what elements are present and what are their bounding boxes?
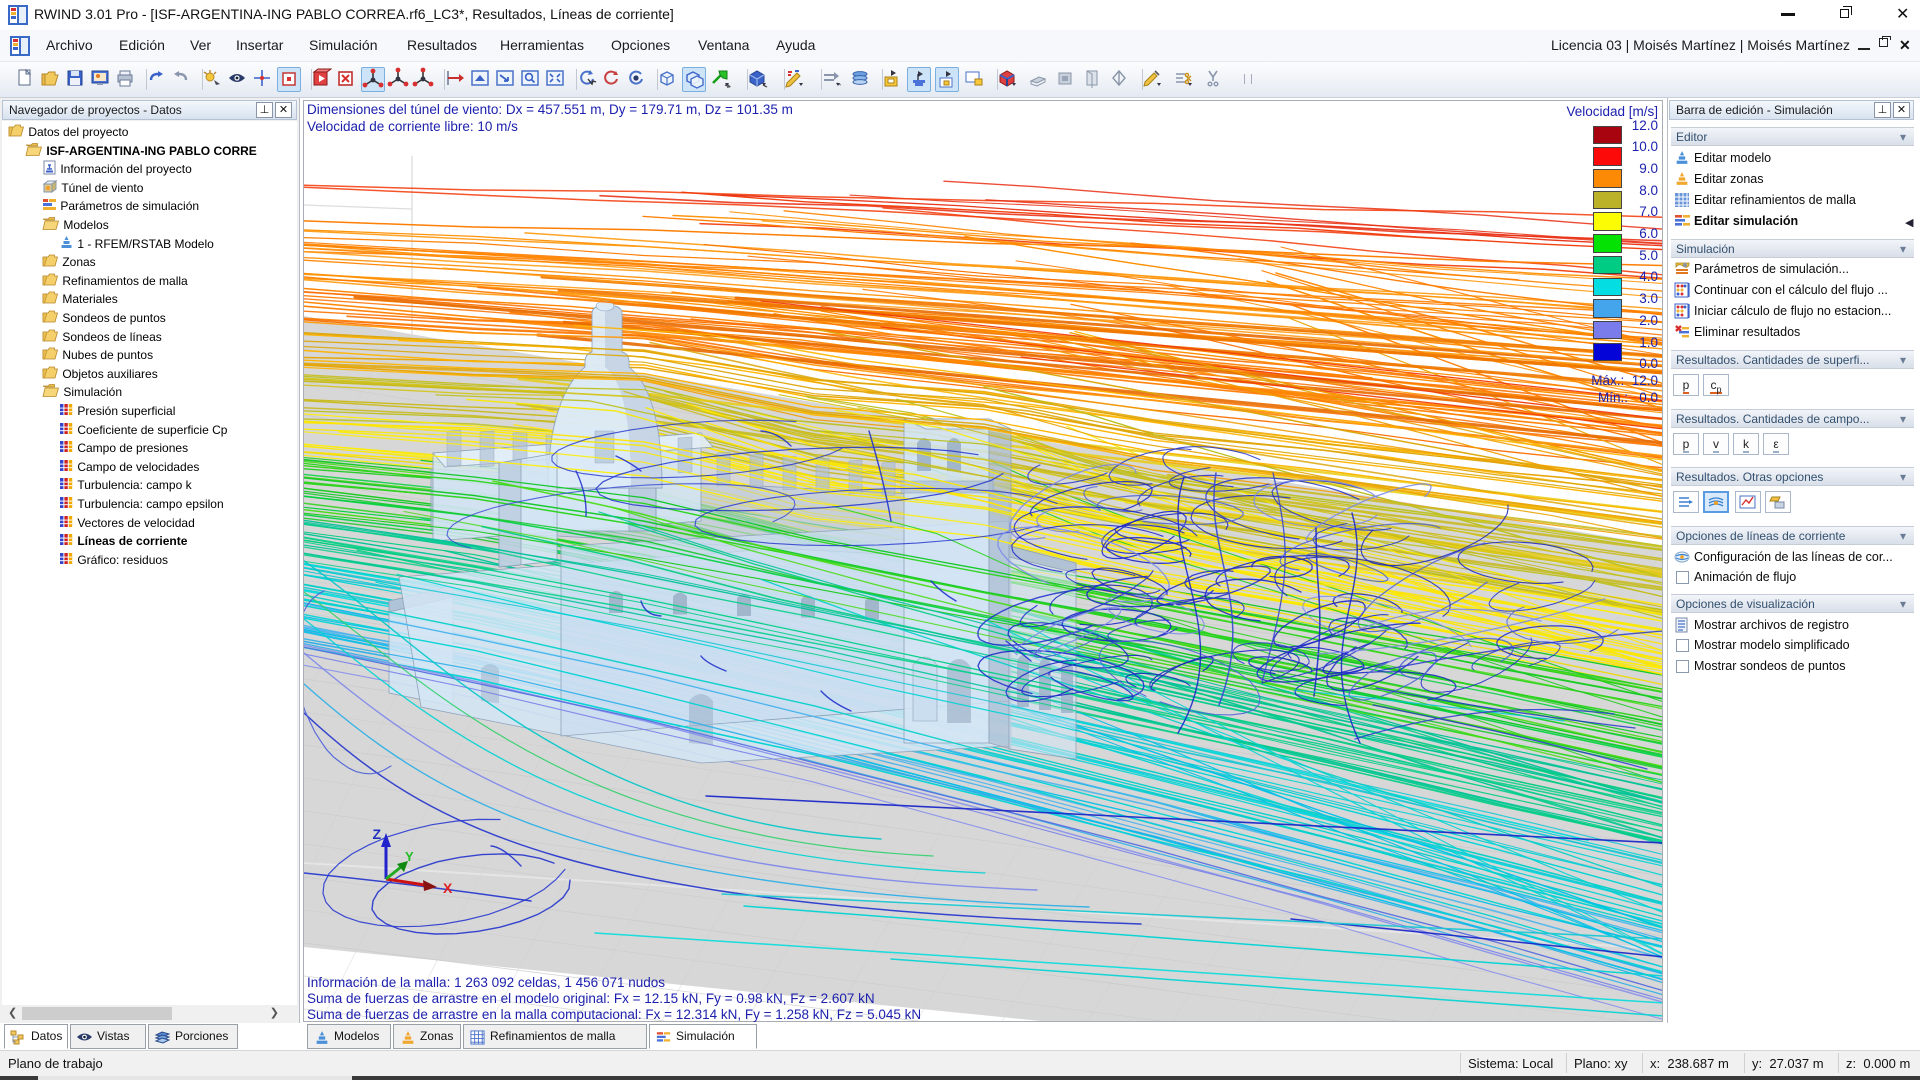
svg-text:Z: Z — [372, 826, 381, 842]
svg-text:Y: Y — [405, 849, 414, 864]
svg-text:X: X — [443, 880, 453, 896]
